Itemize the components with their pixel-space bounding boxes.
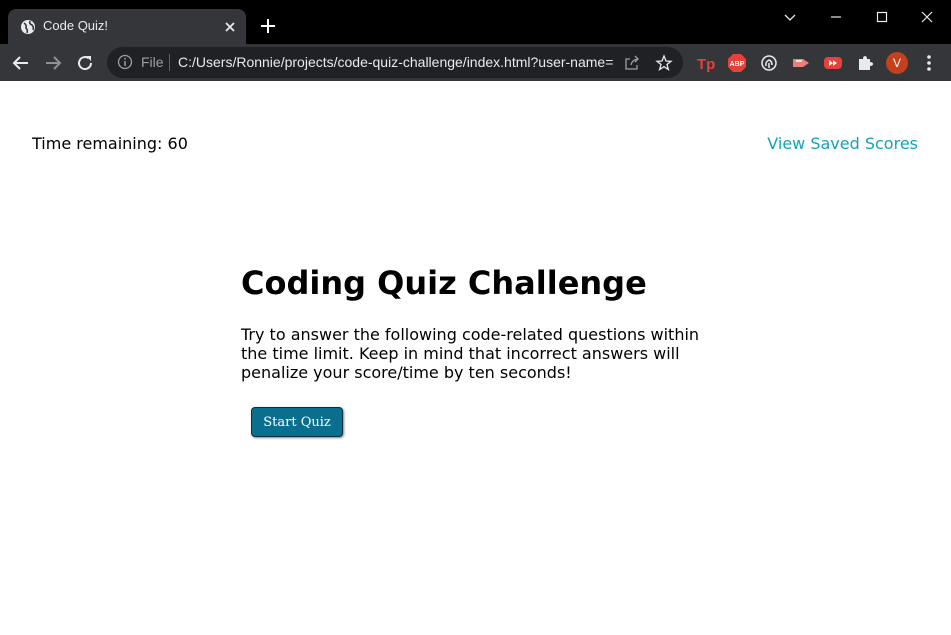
quiz-intro: Coding Quiz Challenge Try to answer the … xyxy=(241,264,716,382)
globe-icon xyxy=(21,20,35,34)
time-remaining: Time remaining: 60 xyxy=(32,134,188,153)
puzzle-icon[interactable] xyxy=(855,53,875,73)
svg-text:Tp: Tp xyxy=(697,56,715,73)
browser-toolbar: File C:/Users/Ronnie/projects/code-quiz-… xyxy=(0,44,951,81)
kebab-menu-icon[interactable] xyxy=(921,53,937,73)
share-icon[interactable] xyxy=(623,54,641,72)
fingerprint-extension-icon[interactable] xyxy=(759,53,779,73)
address-divider xyxy=(169,54,170,71)
back-arrow-icon[interactable] xyxy=(11,53,31,73)
quiz-description: Try to answer the following code-related… xyxy=(241,325,700,382)
start-quiz-button[interactable]: Start Quiz xyxy=(251,407,343,437)
active-tab[interactable]: Code Quiz! xyxy=(8,9,246,44)
youtube-extension-icon[interactable] xyxy=(823,53,843,73)
address-url[interactable]: C:/Users/Ronnie/projects/code-quiz-chall… xyxy=(178,54,618,70)
close-tab-icon[interactable] xyxy=(222,19,238,35)
video-extension-icon[interactable] xyxy=(791,53,811,73)
tab-strip: Code Quiz! xyxy=(0,0,951,44)
tp-extension-icon[interactable]: Tp xyxy=(696,53,716,73)
address-scheme-label: File xyxy=(141,54,164,70)
profile-avatar[interactable]: V xyxy=(886,52,908,74)
maximize-icon[interactable] xyxy=(873,8,891,26)
forward-arrow-icon[interactable] xyxy=(43,53,63,73)
adblock-plus-icon[interactable]: ABP xyxy=(727,53,747,73)
info-icon[interactable] xyxy=(117,54,133,70)
close-window-icon[interactable] xyxy=(918,8,936,26)
tab-search-chevron-icon[interactable] xyxy=(781,8,799,26)
new-tab-icon[interactable] xyxy=(259,17,277,35)
svg-text:ABP: ABP xyxy=(730,61,745,68)
reload-icon[interactable] xyxy=(75,53,95,73)
tab-title: Code Quiz! xyxy=(43,18,109,33)
view-saved-scores-link[interactable]: View Saved Scores xyxy=(767,134,918,153)
bookmark-star-icon[interactable] xyxy=(655,54,673,72)
page-title: Coding Quiz Challenge xyxy=(241,264,647,302)
minimize-icon[interactable] xyxy=(827,8,845,26)
address-bar[interactable]: File C:/Users/Ronnie/projects/code-quiz-… xyxy=(107,47,683,78)
